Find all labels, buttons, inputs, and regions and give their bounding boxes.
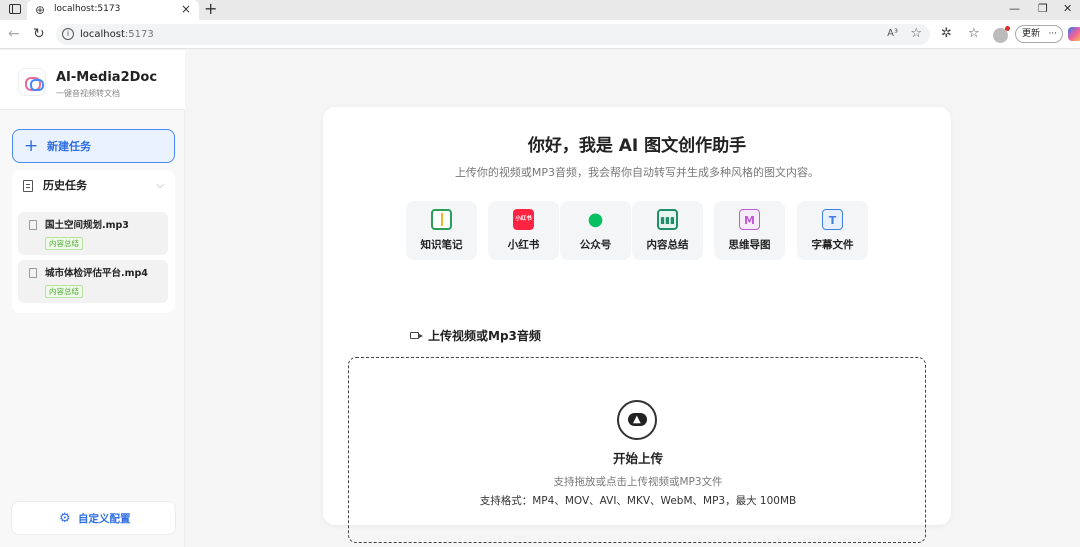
cloud-upload-icon: ▲ [617,400,657,440]
update-button[interactable]: 更新 ··· [1015,25,1063,43]
app-logo-icon [18,68,46,96]
mindmap-icon: M [739,209,760,230]
history-item-badge: 内容总结 [45,285,83,298]
history-item[interactable]: 城市体检评估平台.mp4 内容总结 [18,260,168,303]
main-card: 你好，我是 AI 图文创作助手 上传你的视频或MP3音频，我会帮你自动转写并生成… [323,107,951,543]
app-name: AI-Media2Doc [56,70,158,85]
feature-knowledge-notes[interactable]: 知识笔记 [406,201,477,260]
subtitle-icon: T [822,209,843,230]
xiaohongshu-icon: 小红书 [513,209,534,230]
page-title: 你好，我是 AI 图文创作助手 [527,136,747,156]
summary-chart-icon: ▮▮▮ [657,209,678,230]
upload-dropzone[interactable]: ▲ 开始上传 支持拖放或点击上传视频或MP3文件 支持格式：MP4、MOV、AV… [348,357,926,543]
feature-label: 思维导图 [728,239,771,251]
file-icon [29,220,37,230]
plus-icon: + [24,136,39,156]
address-bar: ← ↻ i localhost:5173 A³ ☆ ✲ ☆ 更新 ··· [0,20,1080,49]
site-info-icon[interactable]: i [62,28,74,40]
history-doc-icon [23,180,33,192]
upload-start-label: 开始上传 [612,451,663,466]
app-root: AI-Media2Doc 一键音视频转文档 + 新建任务 历史任务 ⌵ 国土空间… [0,50,1080,547]
video-camera-icon [410,332,423,339]
url-text: localhost:5173 [80,29,154,40]
favorite-star-icon[interactable]: ☆ [910,26,922,42]
globe-icon: ⊕ [35,3,46,17]
update-label: 更新 [1022,29,1041,39]
refresh-icon[interactable]: ↻ [33,26,45,42]
browser-tab-strip: ⊕ localhost:5173 × + — ❐ ✕ [0,0,1080,20]
profile-avatar[interactable] [993,26,1010,43]
history-item-name: 国土空间规划.mp3 [45,220,129,231]
tab-actions-icon[interactable] [9,4,21,14]
back-icon[interactable]: ← [8,26,20,42]
more-icon: ··· [1048,29,1057,39]
history-item-name: 城市体检评估平台.mp4 [45,268,148,279]
read-aloud-icon[interactable]: A³ [887,27,898,41]
feature-mindmap[interactable]: M 思维导图 [714,201,785,260]
feature-label: 字幕文件 [811,239,854,251]
brand-header: AI-Media2Doc 一键音视频转文档 [0,50,185,110]
chevron-down-icon[interactable]: ⌵ [156,179,164,193]
notebook-icon [431,209,452,230]
upload-hint: 支持拖放或点击上传视频或MP3文件 [553,476,723,488]
tab-title: localhost:5173 [54,4,121,14]
sidebar: AI-Media2Doc 一键音视频转文档 + 新建任务 历史任务 ⌵ 国土空间… [0,50,185,547]
minimize-icon[interactable]: — [1009,2,1020,16]
feature-wechat-official[interactable]: ● 公众号 [560,201,631,260]
close-tab-icon[interactable]: × [181,2,191,16]
url-field[interactable]: i localhost:5173 A³ ☆ [56,24,930,45]
wechat-icon: ● [587,209,604,230]
feature-content-summary[interactable]: ▮▮▮ 内容总结 [632,201,703,260]
new-tab-icon[interactable]: + [204,0,217,18]
upload-heading: 上传视频或Mp3音频 [428,329,541,343]
feature-xiaohongshu[interactable]: 小红书 小红书 [488,201,559,260]
upload-formats: 支持格式：MP4、MOV、AVI、MKV、WebM、MP3，最大 100MB [479,495,797,507]
gear-icon: ⚙ [59,511,71,526]
custom-config-label: 自定义配置 [78,513,131,525]
history-item-badge: 内容总结 [45,237,83,250]
page-subtitle: 上传你的视频或MP3音频，我会帮你自动转写并生成多种风格的图文内容。 [454,166,820,179]
new-task-label: 新建任务 [47,140,91,153]
close-window-icon[interactable]: ✕ [1063,2,1072,16]
extensions-icon[interactable]: ✲ [941,25,952,42]
favorites-icon[interactable]: ☆ [968,25,980,42]
app-subtitle: 一键音视频转文档 [56,89,120,98]
feature-label: 公众号 [579,239,612,251]
copilot-icon[interactable] [1068,27,1080,41]
file-icon [29,268,37,278]
browser-tab[interactable]: ⊕ localhost:5173 × [27,0,199,20]
feature-label: 小红书 [507,239,540,251]
new-task-button[interactable]: + 新建任务 [12,129,175,163]
history-item[interactable]: 国土空间规划.mp3 内容总结 [18,212,168,255]
feature-subtitle-file[interactable]: T 字幕文件 [797,201,868,260]
history-title: 历史任务 [43,179,87,192]
custom-config-button[interactable]: ⚙ 自定义配置 [11,501,176,535]
feature-label: 知识笔记 [420,239,463,251]
maximize-icon[interactable]: ❐ [1038,2,1048,16]
feature-label: 内容总结 [646,239,689,251]
history-panel: 历史任务 ⌵ 国土空间规划.mp3 内容总结 城市体检评估平台.mp4 内容总结 [12,170,175,313]
